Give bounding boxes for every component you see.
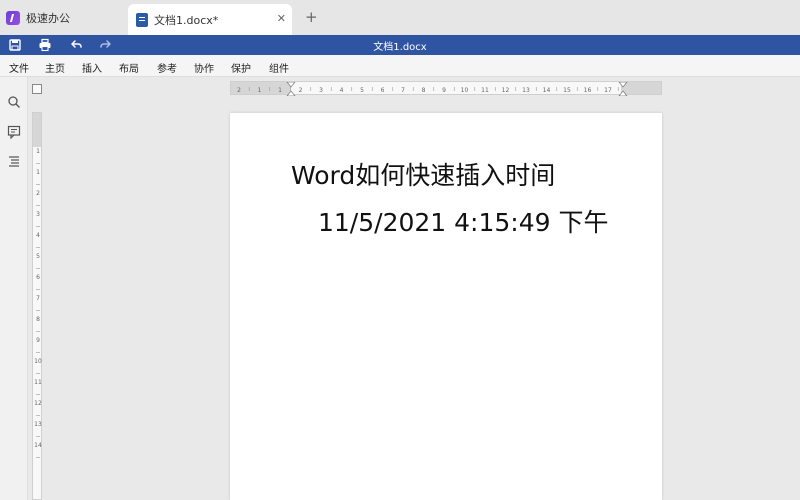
horizontal-ruler[interactable]: 2 1 1 2 3 4 5 6 7 8 9 10 11 12 13 14 15 16 17 — [230, 81, 662, 96]
ruler-label: 13 — [522, 87, 530, 94]
ruler-label: 8 — [36, 316, 40, 323]
navigation-icon[interactable] — [7, 153, 21, 167]
vertical-ruler[interactable]: 1 1 2 3 4 5 6 7 8 9 10 11 12 13 14 — [32, 112, 42, 500]
ruler-label: 5 — [36, 253, 40, 260]
ruler-label: 11 — [481, 87, 489, 94]
menu-insert[interactable]: 插入 — [82, 60, 102, 75]
tab-document-label: 文档1.docx* — [154, 13, 219, 27]
ruler-label: 17 — [604, 87, 612, 94]
menu-layout[interactable]: 布局 — [119, 60, 139, 75]
ruler-label: 14 — [543, 87, 551, 94]
menu-home[interactable]: 主页 — [45, 60, 65, 75]
ruler-tab-selector[interactable] — [32, 84, 42, 94]
ruler-label: 2 — [237, 87, 241, 94]
ruler-label: 12 — [34, 400, 42, 407]
menu-references[interactable]: 参考 — [157, 60, 177, 75]
search-icon[interactable] — [7, 94, 21, 108]
ruler-label: 6 — [381, 87, 385, 94]
tab-close-icon[interactable]: ✕ — [277, 12, 286, 25]
ruler-label: 11 — [34, 379, 42, 386]
ruler-label: 13 — [34, 421, 42, 428]
vertical-ruler-ticks: 11234567891011121314 — [34, 148, 42, 458]
new-tab-button[interactable]: + — [305, 8, 318, 26]
ruler-label: 5 — [360, 87, 364, 94]
ruler-label: 10 — [34, 358, 42, 365]
ruler-label: 9 — [36, 337, 40, 344]
tab-bar: 极速办公 文档1.docx* ✕ + — [0, 0, 800, 35]
tab-app-label: 极速办公 — [26, 12, 70, 25]
app-logo-icon — [6, 11, 20, 25]
ruler-label: 2 — [299, 87, 303, 94]
ruler-label: 12 — [502, 87, 510, 94]
tab-document[interactable]: 文档1.docx* ✕ — [128, 4, 292, 35]
left-sidebar — [0, 77, 28, 500]
tab-app-home[interactable]: 极速办公 — [6, 6, 70, 30]
ruler-label: 3 — [319, 87, 323, 94]
document-page[interactable]: Word如何快速插入时间 11/5/2021 4:15:49 下午 — [230, 113, 662, 500]
ruler-label: 15 — [563, 87, 571, 94]
right-indent-marker[interactable] — [618, 82, 628, 96]
ruler-label: 1 — [36, 169, 40, 176]
document-icon — [136, 12, 148, 27]
ruler-label: 16 — [584, 87, 592, 94]
menu-bar: 文件 主页 插入 布局 参考 协作 保护 组件 — [0, 55, 800, 77]
ruler-label: 8 — [422, 87, 426, 94]
ruler-label: 1 — [278, 87, 282, 94]
document-text-title[interactable]: Word如何快速插入时间 — [291, 156, 555, 192]
ruler-label: 9 — [442, 87, 446, 94]
menu-file[interactable]: 文件 — [9, 60, 29, 75]
ruler-label: 10 — [461, 87, 469, 94]
ruler-label: 4 — [36, 232, 40, 239]
comment-icon[interactable] — [7, 124, 21, 140]
title-bar: 文档1.docx — [0, 35, 800, 55]
ruler-label: 14 — [34, 442, 42, 449]
window-title: 文档1.docx — [373, 42, 427, 53]
ruler-label: 3 — [36, 211, 40, 218]
menu-components[interactable]: 组件 — [269, 60, 289, 75]
ruler-label: 4 — [340, 87, 344, 94]
ruler-label: 7 — [36, 295, 40, 302]
ruler-label: 1 — [258, 87, 262, 94]
document-text-datetime[interactable]: 11/5/2021 4:15:49 下午 — [318, 203, 608, 239]
horizontal-ruler-ticks: 2 1 1 2 3 4 5 6 7 8 9 10 11 12 13 14 15 16 17 — [237, 82, 628, 96]
left-indent-marker[interactable] — [286, 82, 296, 96]
menu-collaborate[interactable]: 协作 — [194, 60, 214, 75]
ruler-label: 2 — [36, 190, 40, 197]
menu-protect[interactable]: 保护 — [231, 60, 251, 75]
ruler-label: 7 — [401, 87, 405, 94]
ruler-label: 1 — [36, 148, 40, 155]
ruler-label: 6 — [36, 274, 40, 281]
